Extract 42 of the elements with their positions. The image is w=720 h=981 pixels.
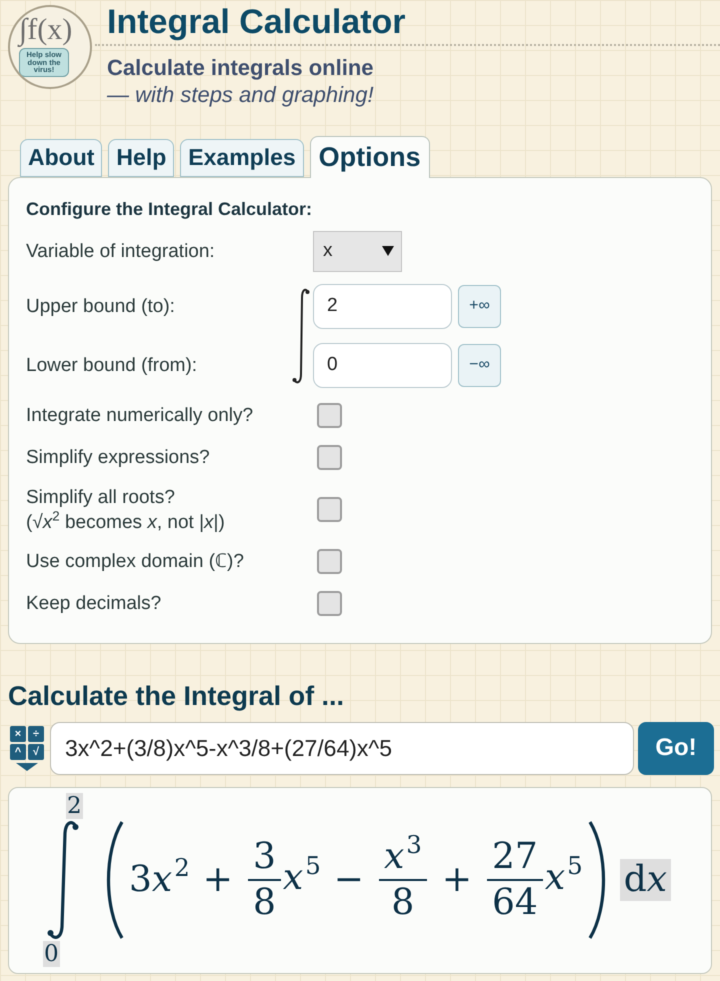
math-term: 3x$^{2}$ (129, 858, 190, 902)
option-label: Simplify all roots? (26, 486, 176, 510)
differential[interactable]: dx (620, 859, 672, 901)
panel-heading: Configure the Integral Calculator: (26, 198, 314, 220)
option-label: Use complex domain (ℂ)? (26, 550, 245, 574)
checkbox[interactable] (317, 445, 342, 470)
option-label: Variable of integration: (26, 240, 215, 262)
option-note: (√x$^{2}$ becomes x, not |x|) (26, 510, 226, 534)
tab[interactable]: Options (310, 136, 430, 178)
option-label: Upper bound (to): (26, 294, 176, 318)
upper-limit[interactable]: 2 (66, 793, 83, 819)
option-label: Simplify expressions? (26, 446, 211, 470)
infinity-button[interactable]: +∞ (458, 284, 501, 328)
go-button[interactable]: Go! (638, 722, 714, 774)
page-title: Integral Calculator (107, 2, 406, 42)
expression-input[interactable]: 3x^2+(3/8)x^5-x^3/8+(27/64)x^5 (50, 722, 634, 774)
bound-input[interactable]: 0 (313, 342, 452, 388)
tab[interactable]: Examples (180, 138, 304, 176)
caret-icon (16, 762, 38, 770)
lower-limit[interactable]: 0 (43, 941, 60, 967)
infinity-button[interactable]: −∞ (458, 344, 501, 386)
math-operator: + (442, 862, 472, 898)
page-subtitle: Calculate integrals online (107, 55, 374, 81)
tab[interactable]: About (20, 138, 102, 176)
logo-symbol: ∫f(x) (19, 13, 72, 47)
integral-sign-icon (45, 819, 81, 941)
tab[interactable]: Help (108, 138, 174, 176)
checkbox[interactable] (317, 549, 342, 574)
page-tagline: — with steps and graphing! (107, 81, 374, 109)
option-label: Integrate numerically only? (26, 404, 254, 428)
section-heading: Calculate the Integral of ... (8, 680, 346, 712)
checkbox[interactable] (317, 497, 342, 522)
option-label: Lower bound (from): (26, 354, 198, 378)
bound-input[interactable]: 2 (313, 284, 452, 328)
keypad-button[interactable]: × ÷ ^ √ (8, 722, 46, 774)
option-label: Keep decimals? (26, 592, 162, 616)
variable-select[interactable]: x (313, 230, 402, 272)
math-operator: − (334, 862, 364, 898)
checkbox[interactable] (317, 591, 342, 616)
caret-icon (382, 246, 394, 256)
checkbox[interactable] (317, 403, 342, 428)
math-operator: + (202, 862, 233, 898)
